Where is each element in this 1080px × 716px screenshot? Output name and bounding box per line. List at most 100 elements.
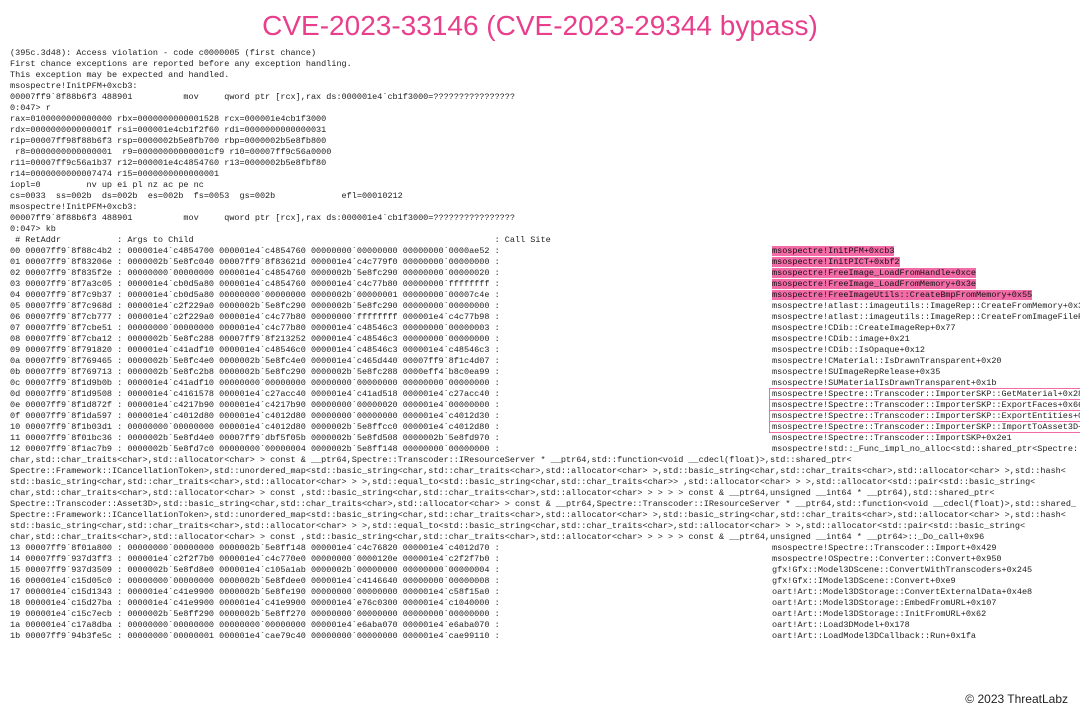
- stack-row: 11 00007ff9`8f01bc36 : 0000002b`5e8fd4e0…: [10, 433, 1070, 444]
- stack-row: 00 00007ff9`8f88c4b2 : 000001e4`c4854700…: [10, 246, 1070, 257]
- dump-line: (395c.3d48): Access violation - code c00…: [10, 48, 1070, 59]
- call-site: msospectre!SUImageRepRelease+0x35: [772, 367, 1070, 378]
- dump-line: r8=0000000000000001 r9=00000000000001cf9…: [10, 147, 1070, 158]
- dump-line: 0:047> r: [10, 103, 1070, 114]
- call-site: msospectre!InitPICT+0xbf2: [772, 257, 1070, 268]
- stack-left: 16 000001e4`c15d05c0 : 00000000`00000000…: [10, 576, 772, 587]
- stack-left: 07 00007ff9`8f7cbe51 : 00000000`00000000…: [10, 323, 772, 334]
- stack-left: 1b 00007ff9`94b3fe5c : 00000000`00000001…: [10, 631, 772, 642]
- dump-line: Spectre::Transcoder::Asset3D>,std::basic…: [10, 499, 1070, 510]
- call-site: oart!Art::Load3DModel+0x178: [772, 620, 1070, 631]
- call-site: msospectre!atlast::imageutils::ImageRep:…: [772, 312, 1080, 323]
- stack-left: 02 00007ff9`8f835f2e : 00000000`00000000…: [10, 268, 772, 279]
- dump-line: char,std::char_traits<char>,std::allocat…: [10, 488, 1070, 499]
- stack-left: 0f 00007ff9`8f1da597 : 000001e4`c4012d80…: [10, 411, 772, 422]
- dump-line: rax=0100000000000000 rbx=000000000000152…: [10, 114, 1070, 125]
- dump-line: First chance exceptions are reported bef…: [10, 59, 1070, 70]
- call-site: msospectre!CDib::CreateImageRep+0x77: [772, 323, 1070, 334]
- stack-left: 10 00007ff9`8f1b03d1 : 00000000`00000000…: [10, 422, 772, 433]
- dump-line: rdx=000000000000001f rsi=000001e4cb1f2f6…: [10, 125, 1070, 136]
- stack-row: 13 00007ff9`8f01a800 : 00000000`00000000…: [10, 543, 1070, 554]
- call-site: msospectre!CMaterial::IsDrawnTransparent…: [772, 356, 1070, 367]
- call-site: msospectre!Spectre::Transcoder::Import+0…: [772, 543, 1070, 554]
- stack-row: 02 00007ff9`8f835f2e : 00000000`00000000…: [10, 268, 1070, 279]
- stack-left: 1a 000001e4`c17a8dba : 00000000`00000000…: [10, 620, 772, 631]
- dump-line: msospectre!InitPFM+0xcb3:: [10, 202, 1070, 213]
- stack-left: 18 000001e4`c15d27ba : 000001e4`c41e9900…: [10, 598, 772, 609]
- dump-line: 0:047> kb: [10, 224, 1070, 235]
- call-site: msospectre!FreeImage_LoadFromMemory+0x3e: [772, 279, 1070, 290]
- call-site: msospectre!OSpectre::Converter::Convert+…: [772, 554, 1070, 565]
- call-site: oart!Art::Model3DStorage::ConvertExterna…: [772, 587, 1070, 598]
- dump-line: iopl=0 nv up ei pl nz ac pe nc: [10, 180, 1070, 191]
- stack-row: 07 00007ff9`8f7cbe51 : 00000000`00000000…: [10, 323, 1070, 334]
- stack-row: 1b 00007ff9`94b3fe5c : 00000000`00000001…: [10, 631, 1070, 642]
- stack-left: 0a 00007ff9`8f769465 : 0000002b`5e8fc4e0…: [10, 356, 772, 367]
- call-site: msospectre!FreeImage_LoadFromHandle+0xce: [772, 268, 1070, 279]
- stack-row: 0a 00007ff9`8f769465 : 0000002b`5e8fc4e0…: [10, 356, 1070, 367]
- stack-left: 14 00007ff9`937d3ff3 : 000001e4`c2f2f7b0…: [10, 554, 772, 565]
- dump-line: msospectre!InitPFM+0xcb3:: [10, 81, 1070, 92]
- dump-line: rip=00007ff98f88b6f3 rsp=0000002b5e8fb70…: [10, 136, 1070, 147]
- call-site: msospectre!Spectre::Transcoder::Importer…: [772, 422, 1080, 433]
- stack-row: 14 00007ff9`937d3ff3 : 000001e4`c2f2f7b0…: [10, 554, 1070, 565]
- stack-row: 04 00007ff9`8f7c9b37 : 000001e4`cb0d5a80…: [10, 290, 1070, 301]
- stack-left: 13 00007ff9`8f01a800 : 00000000`00000000…: [10, 543, 772, 554]
- call-site: msospectre!Spectre::Transcoder::ImportSK…: [772, 433, 1070, 444]
- stack-left: 0b 00007ff9`8f769713 : 0000002b`5e8fc2b8…: [10, 367, 772, 378]
- stack-left: 12 00007ff9`8f1ac7b9 : 0000002b`5e8fd7c0…: [10, 444, 772, 455]
- stack-left: 06 00007ff9`8f7cb777 : 000001e4`c2f229a0…: [10, 312, 772, 323]
- stack-row: 06 00007ff9`8f7cb777 : 000001e4`c2f229a0…: [10, 312, 1070, 323]
- stack-row: 10 00007ff9`8f1b03d1 : 00000000`00000000…: [10, 422, 1070, 433]
- dump-line: Spectre::Framework::ICancellationToken>,…: [10, 510, 1070, 521]
- stack-left: 11 00007ff9`8f01bc36 : 0000002b`5e8fd4e0…: [10, 433, 772, 444]
- dump-line: Spectre::Framework::ICancellationToken>,…: [10, 466, 1070, 477]
- dump-line: # RetAddr : Args to Child : Call Site: [10, 235, 1070, 246]
- dump-line: char,std::char_traits<char>,std::allocat…: [10, 455, 1070, 466]
- stack-left: 00 00007ff9`8f88c4b2 : 000001e4`c4854700…: [10, 246, 772, 257]
- dump-line: char,std::char_traits<char>,std::allocat…: [10, 532, 1070, 543]
- stack-left: 0d 00007ff9`8f1d9508 : 000001e4`c4161578…: [10, 389, 772, 400]
- stack-row: 05 00007ff9`8f7c968d : 000001e4`c2f229a0…: [10, 301, 1070, 312]
- call-site: oart!Art::Model3DStorage::InitFromURL+0x…: [772, 609, 1070, 620]
- stack-left: 15 00007ff9`937d3509 : 0000002b`5e8fd8e0…: [10, 565, 772, 576]
- stack-left: 01 00007ff9`8f83206e : 0000002b`5e8fc040…: [10, 257, 772, 268]
- stack-left: 08 00007ff9`8f7cba12 : 0000002b`5e8fc288…: [10, 334, 772, 345]
- stack-left: 09 00007ff9`8f791820 : 000001e4`c41adf10…: [10, 345, 772, 356]
- page-title: CVE-2023-33146 (CVE-2023-29344 bypass): [0, 0, 1080, 48]
- call-site: msospectre!atlast::imageutils::ImageRep:…: [772, 301, 1080, 312]
- stack-row: 12 00007ff9`8f1ac7b9 : 0000002b`5e8fd7c0…: [10, 444, 1070, 455]
- stack-row: 15 00007ff9`937d3509 : 0000002b`5e8fd8e0…: [10, 565, 1070, 576]
- stack-row: 08 00007ff9`8f7cba12 : 0000002b`5e8fc288…: [10, 334, 1070, 345]
- call-site: msospectre!CDib::IsOpaque+0x12: [772, 345, 1070, 356]
- call-site: msospectre!FreeImageUtils::CreateBmpFrom…: [772, 290, 1070, 301]
- dump-line: 00007ff9`8f88b6f3 488901 mov qword ptr […: [10, 213, 1070, 224]
- debug-dump: (395c.3d48): Access violation - code c00…: [0, 48, 1080, 642]
- stack-left: 0c 00007ff9`8f1d9b0b : 000001e4`c41adf10…: [10, 378, 772, 389]
- stack-left: 05 00007ff9`8f7c968d : 000001e4`c2f229a0…: [10, 301, 772, 312]
- call-site: oart!Art::Model3DStorage::EmbedFromURL+0…: [772, 598, 1070, 609]
- stack-row: 0b 00007ff9`8f769713 : 0000002b`5e8fc2b8…: [10, 367, 1070, 378]
- dump-line: cs=0033 ss=002b ds=002b es=002b fs=0053 …: [10, 191, 1070, 202]
- stack-left: 04 00007ff9`8f7c9b37 : 000001e4`cb0d5a80…: [10, 290, 772, 301]
- call-site: msospectre!std::_Func_impl_no_alloc<std:…: [772, 444, 1080, 455]
- dump-line: This exception may be expected and handl…: [10, 70, 1070, 81]
- call-site: msospectre!CDib::image+0x21: [772, 334, 1070, 345]
- dump-line: 00007ff9`8f88b6f3 488901 mov qword ptr […: [10, 92, 1070, 103]
- stack-row: 09 00007ff9`8f791820 : 000001e4`c41adf10…: [10, 345, 1070, 356]
- stack-left: 19 000001e4`c15c7ecb : 0000002b`5e8ff290…: [10, 609, 772, 620]
- stack-row: 18 000001e4`c15d27ba : 000001e4`c41e9900…: [10, 598, 1070, 609]
- stack-left: 03 00007ff9`8f7a3c05 : 000001e4`cb0d5a80…: [10, 279, 772, 290]
- stack-left: 0e 00007ff9`8f1d872f : 000001e4`c4217b90…: [10, 400, 772, 411]
- call-site: gfx!Gfx::Model3DScene::ConvertWithTransc…: [772, 565, 1070, 576]
- stack-row: 01 00007ff9`8f83206e : 0000002b`5e8fc040…: [10, 257, 1070, 268]
- call-site: msospectre!InitPFM+0xcb3: [772, 246, 1070, 257]
- stack-row: 03 00007ff9`8f7a3c05 : 000001e4`cb0d5a80…: [10, 279, 1070, 290]
- call-site: gfx!Gfx::IModel3DScene::Convert+0xe9: [772, 576, 1070, 587]
- stack-row: 16 000001e4`c15d05c0 : 00000000`00000000…: [10, 576, 1070, 587]
- dump-line: r14=0000000000007474 r15=000000000000000…: [10, 169, 1070, 180]
- dump-line: r11=00007ff9c56a1b37 r12=000001e4c485476…: [10, 158, 1070, 169]
- stack-row: 17 000001e4`c15d1343 : 000001e4`c41e9900…: [10, 587, 1070, 598]
- dump-line: std::basic_string<char,std::char_traits<…: [10, 477, 1070, 488]
- stack-row: 1a 000001e4`c17a8dba : 00000000`00000000…: [10, 620, 1070, 631]
